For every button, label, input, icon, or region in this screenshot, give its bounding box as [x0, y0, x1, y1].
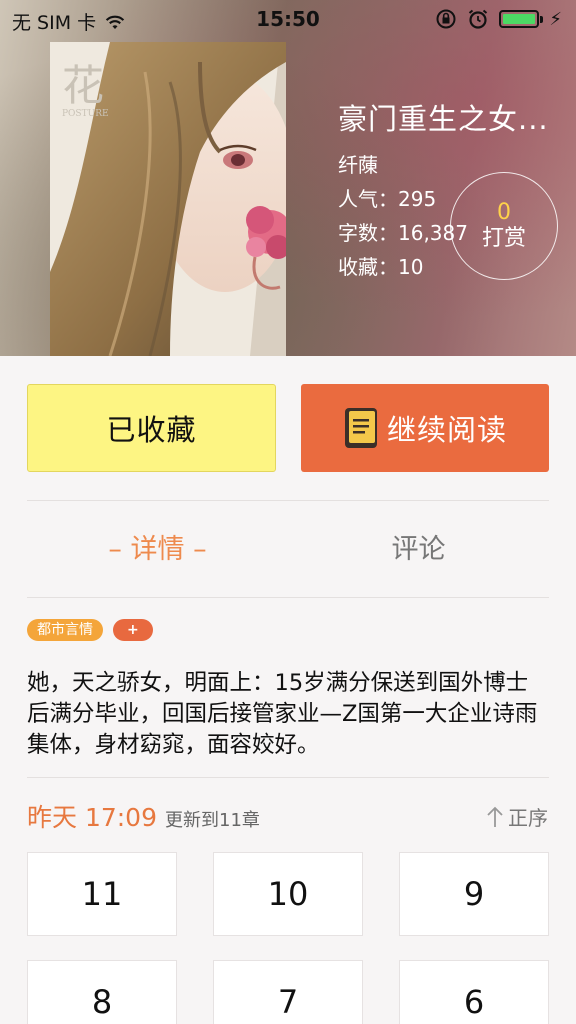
divider — [27, 597, 549, 598]
update-time: 昨天 17:09 — [27, 803, 157, 832]
chapter-item[interactable]: 11 — [27, 852, 177, 936]
tab-comments[interactable]: 评论 — [288, 530, 549, 570]
chapter-item[interactable]: 7 — [213, 960, 363, 1024]
book-cover[interactable]: 花 POSTURE — [50, 42, 286, 356]
continue-reading-label: 继续阅读 — [386, 413, 507, 447]
book-title: 豪门重生之女... — [338, 102, 549, 136]
book-header: 无 SIM 卡 15:50 ⚡ 花 POSTURE 豪门重生之女... 纤蔯 人… — [0, 0, 576, 356]
alarm-icon — [469, 9, 488, 29]
chapter-item[interactable]: 8 — [27, 960, 177, 1024]
cover-title: 花 — [62, 61, 104, 110]
book-icon — [344, 408, 377, 448]
update-info: 昨天 17:09 更新到11章 — [27, 798, 260, 834]
divider — [27, 777, 549, 778]
battery-icon — [499, 10, 544, 28]
rotation-lock-icon — [436, 9, 456, 29]
favorited-label: 已收藏 — [106, 413, 197, 447]
continue-reading-button[interactable]: 继续阅读 — [301, 384, 549, 472]
sort-order-button[interactable]: 正序 — [486, 802, 548, 831]
update-text: 更新到11章 — [165, 810, 260, 831]
arrow-up-icon — [487, 806, 503, 827]
favorited-button[interactable]: 已收藏 — [27, 384, 276, 472]
chapter-item[interactable]: 10 — [213, 852, 363, 936]
status-bar: 无 SIM 卡 15:50 ⚡ — [0, 0, 576, 38]
add-tag-button[interactable]: + — [113, 619, 153, 641]
tab-details[interactable]: – 详情 – — [27, 530, 288, 570]
tag-list: 都市言情 + — [27, 619, 153, 641]
divider — [27, 500, 549, 501]
author-name[interactable]: 纤蔯 — [338, 148, 568, 182]
cover-illustration: 花 POSTURE — [50, 42, 286, 356]
book-summary: 她，天之骄女，明面上：15岁满分保送到国外博士后满分毕业，回国后接管家业—Z国第… — [27, 670, 538, 758]
reward-label: 打赏 — [481, 226, 526, 251]
chapter-item[interactable]: 9 — [399, 852, 549, 936]
sort-order-label: 正序 — [508, 806, 548, 830]
reward-count: 0 — [497, 200, 511, 225]
reward-button[interactable]: 0 打赏 — [450, 172, 558, 280]
cover-subtitle: POSTURE — [62, 109, 109, 119]
genre-tag[interactable]: 都市言情 — [27, 619, 103, 641]
charging-icon: ⚡ — [549, 8, 562, 30]
status-icons: ⚡ — [435, 8, 562, 30]
chapter-item[interactable]: 6 — [399, 960, 549, 1024]
